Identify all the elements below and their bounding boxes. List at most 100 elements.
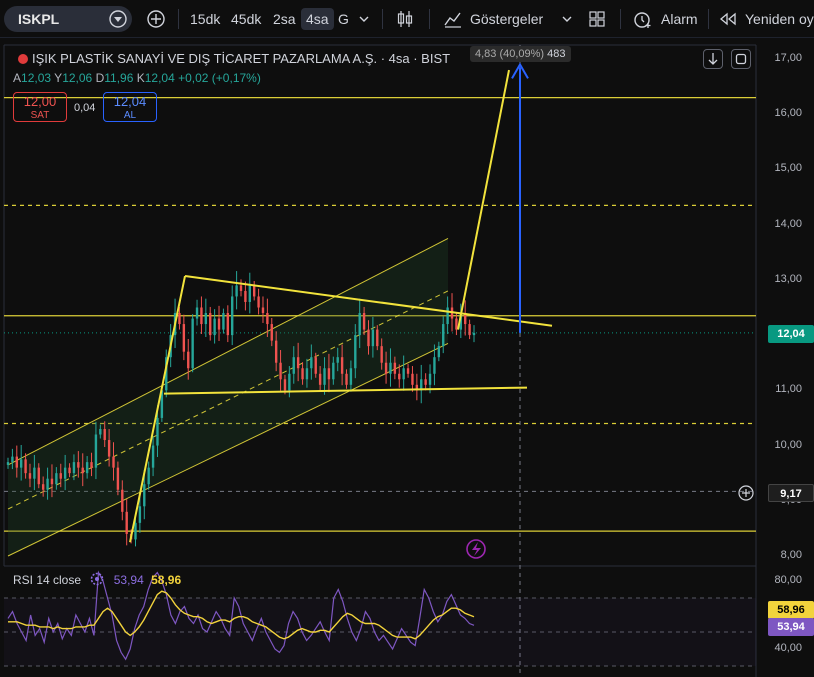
candle-body (103, 428, 106, 441)
candle-body (151, 445, 155, 468)
replay-button[interactable]: Yeniden oy (745, 8, 814, 30)
rsi-legend[interactable]: RSI 14 close 53,94 58,96 (13, 572, 181, 587)
timeframe-g[interactable]: G (338, 8, 349, 30)
candle-body (437, 346, 441, 358)
candle-body (94, 434, 98, 468)
buy-button[interactable]: 12,04 AL (103, 92, 157, 122)
candle-body (455, 318, 458, 330)
rsi-value-tag: 53,94 (768, 618, 814, 636)
maximize-icon (735, 53, 747, 65)
candle-body (107, 440, 111, 457)
candle-body (72, 462, 76, 474)
toolbar-divider (708, 9, 709, 29)
candle-body (90, 462, 93, 468)
timeframe-15dk[interactable]: 15dk (190, 8, 220, 30)
symbol-search[interactable]: ISKPL (4, 6, 132, 32)
candle-body (244, 290, 247, 302)
price-axis-label: 17,00 (774, 52, 802, 64)
candle-body (274, 340, 278, 363)
candle-body (376, 329, 379, 347)
candle-body (354, 335, 357, 369)
candle-body (217, 318, 221, 330)
candle-body (59, 473, 62, 479)
buy-price: 12,04 (113, 94, 147, 109)
open-value: 12,03 (21, 71, 52, 85)
candle-body (336, 357, 339, 363)
price-axis-label: 13,00 (774, 272, 802, 285)
candle-body (85, 462, 89, 474)
candle-body (191, 318, 194, 369)
candle-body (46, 478, 49, 490)
open-label: A (13, 71, 22, 85)
sell-price: 12,00 (23, 94, 57, 109)
high-label: Y (54, 71, 63, 85)
candle-body (446, 307, 449, 325)
price-axis-label: 10,00 (774, 438, 802, 451)
indicators-button[interactable]: Göstergeler (470, 8, 543, 30)
candles-icon[interactable] (395, 9, 415, 29)
rsi-ma-value: 58,96 (151, 573, 182, 587)
candle-body (411, 373, 414, 385)
candle-body (406, 368, 410, 374)
candle-body (187, 351, 190, 369)
candle-body (55, 473, 58, 485)
toolbar-divider (620, 9, 621, 29)
ruler-measure-tag: 4,83 (40,09%) 483 (470, 46, 571, 62)
candle-body (121, 489, 124, 512)
add-symbol-icon[interactable] (146, 9, 166, 29)
replay-icon[interactable] (719, 12, 737, 26)
price-axis-label: 14,00 (774, 217, 802, 230)
candle-body (349, 368, 353, 385)
candle-body (380, 346, 383, 363)
rsi-label: RSI 14 close (13, 573, 82, 587)
timeframe-4sa[interactable]: 4sa (301, 8, 334, 30)
sell-button[interactable]: 12,00 SAT (13, 92, 67, 122)
indicators-icon[interactable] (443, 9, 463, 29)
candle-body (41, 484, 45, 490)
symbol-badge-icon[interactable] (108, 9, 128, 29)
candle-body (19, 459, 23, 468)
candle-body (468, 324, 471, 336)
candle-body (292, 357, 295, 374)
candle-body (125, 511, 128, 534)
layout-grid-icon[interactable] (588, 10, 606, 28)
candle-body (143, 484, 146, 507)
candle-body (288, 373, 291, 391)
alarm-button[interactable]: Alarm (661, 8, 698, 30)
candle-body (138, 506, 142, 523)
alarm-clock-icon[interactable] (633, 9, 653, 29)
rsi-settings-icon[interactable] (90, 572, 104, 586)
low-value: 11,96 (104, 71, 134, 85)
chevron-down-icon[interactable] (561, 13, 573, 25)
price-axis-label: 8,00 (780, 549, 802, 561)
candle-body (442, 324, 445, 347)
candle-body (257, 296, 260, 308)
timeframe-2sa[interactable]: 2sa (273, 8, 296, 30)
maximize-button[interactable] (731, 49, 751, 69)
candle-body (134, 522, 137, 540)
candle-body (389, 362, 392, 374)
close-value: 12,04 (144, 71, 175, 85)
candle-body (6, 462, 10, 465)
candle-body (213, 318, 216, 336)
price-axis-label: 16,00 (774, 107, 802, 120)
candle-body (398, 373, 401, 380)
current-price-tag: 12,04 (768, 325, 814, 343)
candle-body (283, 379, 287, 391)
timeframe-45dk[interactable]: 45dk (231, 8, 261, 30)
candle-body (248, 285, 251, 302)
close-label: K (136, 71, 145, 85)
candle-body (270, 324, 273, 341)
candle-body (147, 467, 150, 485)
add-alert-icon[interactable] (737, 484, 755, 502)
low-label: D (95, 71, 105, 85)
chart-legend-title[interactable]: IŞIK PLASTİK SANAYİ VE DIŞ TİCARET PAZAR… (18, 51, 450, 66)
candle-body (81, 467, 84, 474)
candle-body (310, 357, 313, 369)
ohlc-readout: A12,03 Y12,06 D11,96 K12,04 +0,02 (+0,17… (13, 71, 261, 85)
download-button[interactable] (703, 49, 723, 69)
chevron-down-icon[interactable] (358, 13, 370, 25)
candle-body (235, 285, 238, 297)
toolbar-divider (382, 9, 383, 29)
top-toolbar: ISKPL 15dk 45dk 2sa 4sa G Göstergeler Al… (0, 0, 814, 38)
